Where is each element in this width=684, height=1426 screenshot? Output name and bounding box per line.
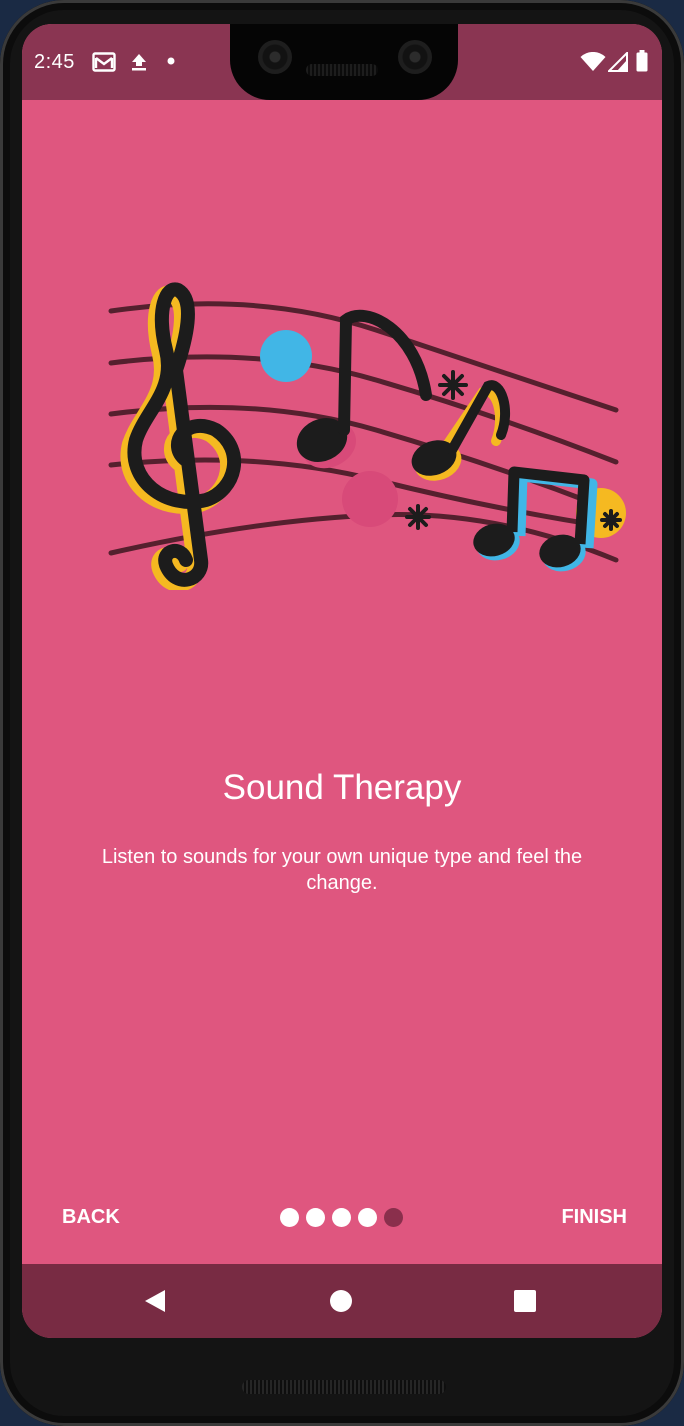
bottom-speaker <box>242 1380 446 1394</box>
front-camera-right <box>398 40 432 74</box>
page-dot[interactable] <box>332 1208 351 1227</box>
phone-frame: 2:45 Sound Therapy Listen to sounds for … <box>0 0 684 1426</box>
finish-button[interactable]: FINISH <box>561 1206 627 1229</box>
screen: 2:45 Sound Therapy Listen to sounds for … <box>22 24 662 1338</box>
earpiece-speaker <box>306 64 378 76</box>
page-dot[interactable] <box>306 1208 325 1227</box>
system-nav-bar <box>22 1264 662 1338</box>
battery-icon <box>636 50 648 72</box>
cellular-signal-icon <box>608 52 628 72</box>
notification-dot-icon <box>167 57 175 65</box>
back-triangle-icon[interactable] <box>144 1289 166 1313</box>
recents-square-icon[interactable] <box>514 1290 536 1312</box>
gmail-icon <box>92 52 116 72</box>
camera-notch <box>230 24 458 100</box>
status-time: 2:45 <box>34 51 75 73</box>
page-indicator <box>280 1208 403 1227</box>
home-circle-icon[interactable] <box>330 1290 352 1312</box>
onboarding-slide: Sound Therapy Listen to sounds for your … <box>22 100 662 1264</box>
slide-description: Listen to sounds for your own unique typ… <box>101 846 583 894</box>
wifi-icon <box>580 52 606 71</box>
front-camera-left <box>258 40 292 74</box>
music-notes-icon <box>108 282 626 590</box>
page-dot[interactable] <box>358 1208 377 1227</box>
status-bar: 2:45 <box>22 24 662 100</box>
slide-title: Sound Therapy <box>222 768 462 807</box>
page-dot-active[interactable] <box>384 1208 403 1227</box>
page-dot[interactable] <box>280 1208 299 1227</box>
back-button[interactable]: BACK <box>62 1206 120 1229</box>
upload-icon <box>132 54 146 71</box>
